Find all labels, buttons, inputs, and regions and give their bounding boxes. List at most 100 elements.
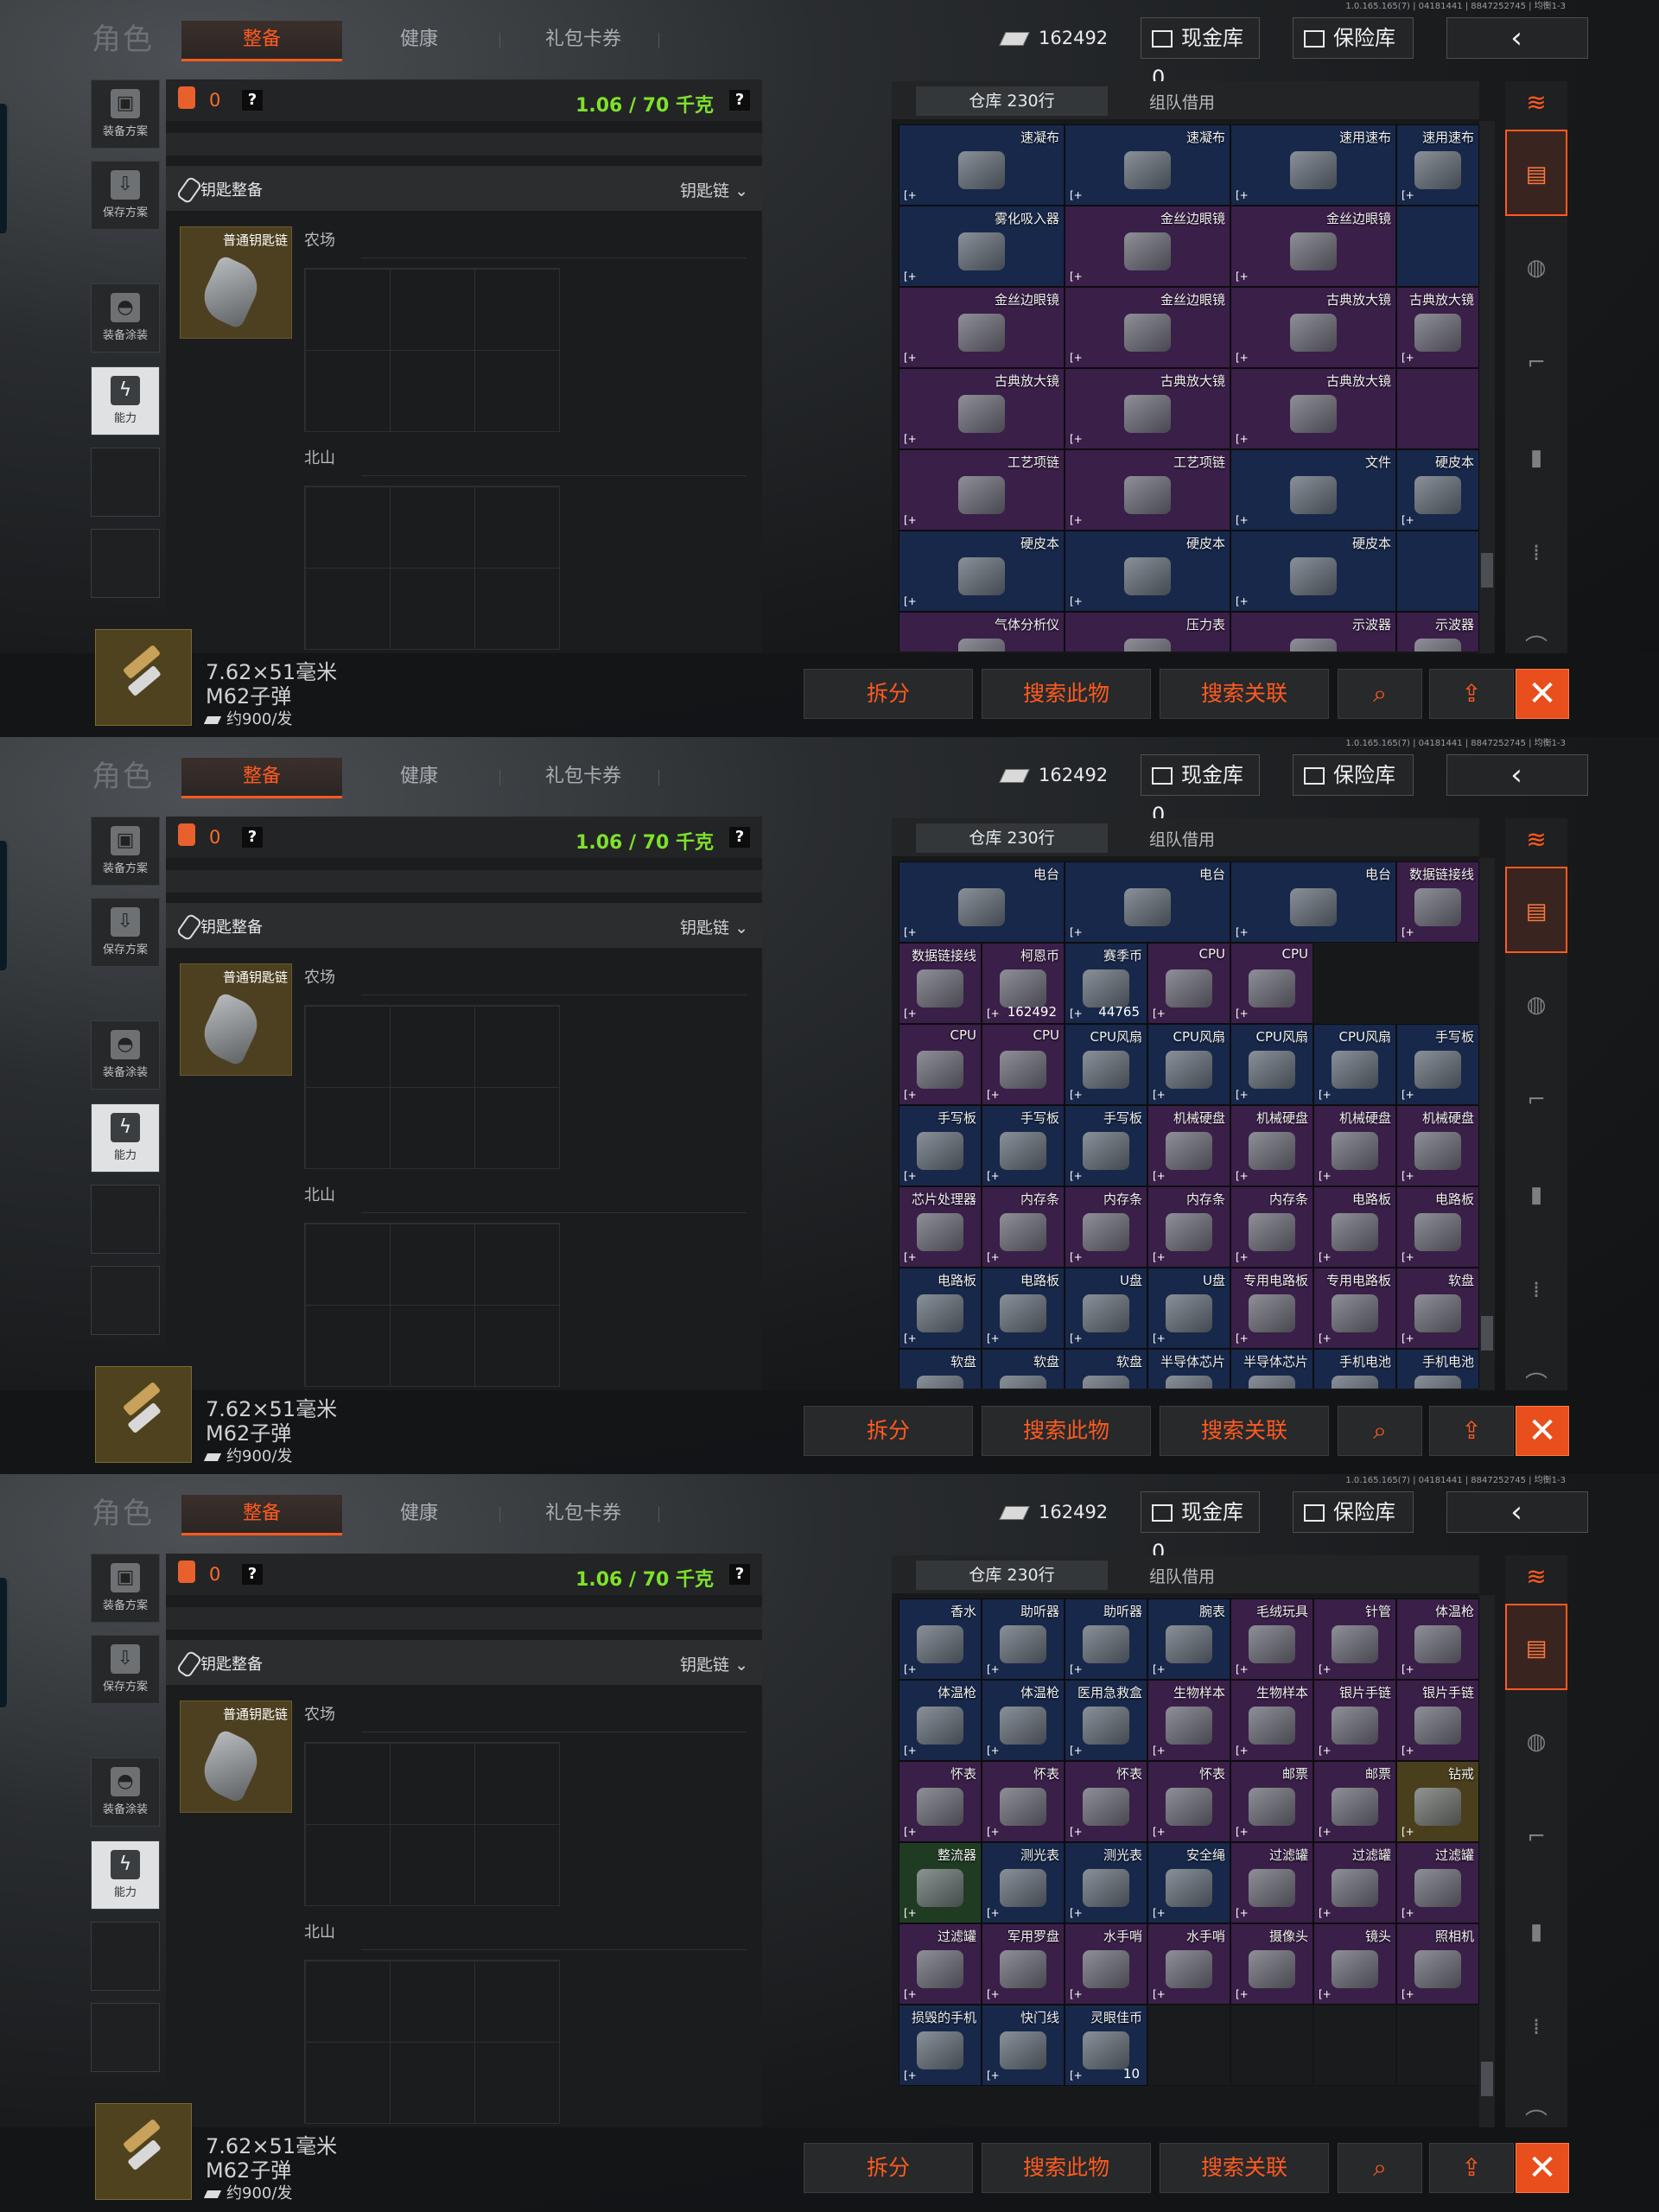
inventory-item[interactable]: 古典放大镜 [+ [1230,368,1396,449]
category-ammo-icon[interactable]: ⁞ [1505,510,1567,596]
inventory-item[interactable]: 机械硬盘 [+ [1147,1105,1230,1186]
search-related-button[interactable]: 搜索关联 [1160,669,1329,719]
category-gear-icon[interactable]: ◍ [1505,225,1567,311]
key-slot-grid-north-mountain[interactable] [304,486,560,650]
inventory-item[interactable]: 电台 [+ [1230,861,1396,943]
tab-team-borrow[interactable]: 组队借用 [1149,827,1215,850]
inventory-item[interactable]: 柯恩币 [+ 162492 [982,943,1065,1024]
weight-help-icon[interactable]: ? [729,827,750,848]
inventory-item[interactable]: 医用急救盒 [+ [1065,1680,1147,1761]
rail-save-plan[interactable]: ⇩ 保存方案 [91,161,160,230]
share-icon[interactable]: ⇪ [1429,1406,1514,1456]
category-magazine-icon[interactable]: ▮ [1505,415,1567,501]
inventory-item[interactable]: 体温枪 [+ [982,1680,1065,1761]
split-button[interactable]: 拆分 [804,1406,973,1456]
scrollbar-thumb[interactable] [1481,1316,1493,1351]
inventory-item[interactable]: 助听器 [+ [982,1599,1065,1680]
inventory-item[interactable]: 手写板 [+ [1396,1024,1479,1105]
tab-gift-cards[interactable]: 礼包卡券 [518,758,648,796]
inventory-item[interactable]: CPU [+ [1147,943,1230,1024]
cash-vault-button[interactable]: 现金库 0 [1141,754,1260,827]
inventory-item[interactable]: 针管 [+ [1313,1599,1396,1680]
weight-help-icon[interactable]: ? [729,1564,750,1585]
inventory-item[interactable]: 芯片处理器 [+ [899,1186,982,1268]
inventory-item[interactable]: 测光表 [+ [1065,1842,1147,1923]
inventory-item[interactable]: 助听器 [+ [1065,1599,1147,1680]
key-slot-grid-farm[interactable] [304,1005,560,1169]
key-slot-grid-farm[interactable] [304,268,560,432]
help-icon[interactable]: ? [242,90,263,111]
inventory-item[interactable]: 过滤罐 [+ [899,1923,982,2005]
scrollbar-thumb[interactable] [1481,553,1493,588]
weight-help-icon[interactable]: ? [729,90,750,111]
split-button[interactable]: 拆分 [804,669,973,719]
inventory-item[interactable]: 机械硬盘 [+ [1396,1105,1479,1186]
inventory-item[interactable]: 测光表 [+ [982,1842,1065,1923]
inventory-item[interactable]: 水手哨 [+ [1065,1923,1147,2005]
inventory-item[interactable]: 体温枪 [+ [1396,1599,1479,1680]
inventory-item[interactable]: 古典放大镜 [+ [1396,287,1479,368]
cash-vault-button[interactable]: 现金库 0 [1141,17,1260,90]
magnify-icon[interactable]: ⌕ [1338,1406,1422,1456]
inventory-item[interactable]: 内存条 [+ [1065,1186,1147,1268]
inventory-item[interactable]: 军用罗盘 [+ [982,1923,1065,2005]
inventory-item[interactable]: 香水 [+ [899,1599,982,1680]
inventory-item[interactable]: 手写板 [+ [899,1105,982,1186]
rail-gear-skin[interactable]: ◓ 装备涂装 [91,1020,160,1090]
inventory-item[interactable]: 手机电池[+ [1313,1349,1396,1389]
ammo-item[interactable] [95,629,192,726]
inventory-item[interactable]: CPU [+ [982,1024,1065,1105]
inventory-scrollbar[interactable] [1479,858,1495,1394]
inventory-item[interactable]: 金丝边眼镜 [+ [1065,206,1230,287]
search-related-button[interactable]: 搜索关联 [1160,1406,1329,1456]
back-button[interactable]: ‹ [1446,754,1588,796]
rail-gear-skin[interactable]: ◓ 装备涂装 [91,1758,160,1827]
inventory-item[interactable]: CPU [+ [899,1024,982,1105]
magnify-icon[interactable]: ⌕ [1338,2143,1422,2193]
keychain-item[interactable]: 普通钥匙链 [180,1700,292,1813]
category-all-icon[interactable]: ▤ [1505,130,1567,216]
inventory-item[interactable]: 怀表 [+ [899,1761,982,1842]
inventory-item[interactable]: 电路板 [+ [1396,1186,1479,1268]
tab-gift-cards[interactable]: 礼包卡券 [518,21,648,59]
inventory-item[interactable]: CPU风扇 [+ [1313,1024,1396,1105]
side-drawer-tab[interactable] [0,841,9,970]
inventory-item[interactable]: 电台 [+ [1065,861,1230,943]
category-gear-icon[interactable]: ◍ [1505,962,1567,1048]
cash-vault-button[interactable]: 现金库 0 [1141,1491,1260,1564]
tab-warehouse[interactable]: 仓库 230行 [916,823,1108,853]
rail-save-plan[interactable]: ⇩ 保存方案 [91,1635,160,1704]
inventory-item[interactable]: 钻戒 [+ [1396,1761,1479,1842]
inventory-item[interactable]: 半导体芯片[+ [1147,1349,1230,1389]
inventory-item[interactable]: 怀表 [+ [982,1761,1065,1842]
keychain-item[interactable]: 普通钥匙链 [180,226,292,339]
inventory-item[interactable]: CPU风扇 [+ [1065,1024,1147,1105]
inventory-item[interactable]: 速用速布 [+ [1230,124,1396,206]
inventory-item[interactable]: CPU风扇 [+ [1147,1024,1230,1105]
inventory-item[interactable]: 镜头 [+ [1313,1923,1396,2005]
ammo-item[interactable] [95,1366,192,1463]
category-ammo-icon[interactable]: ⁞ [1505,1984,1567,2070]
inventory-item[interactable]: 邮票 [+ [1230,1761,1313,1842]
inventory-item[interactable]: 软盘[+ [982,1349,1065,1389]
inventory-item[interactable]: 水手哨 [+ [1147,1923,1230,2005]
inventory-item[interactable]: 手写板 [+ [982,1105,1065,1186]
inventory-item[interactable]: U盘 [+ [1147,1268,1230,1349]
inventory-item[interactable]: 内存条 [+ [1147,1186,1230,1268]
rail-ability[interactable]: ϟ 能力 [91,1840,160,1910]
inventory-item[interactable]: 古典放大镜 [+ [1065,368,1230,449]
inventory-item[interactable]: 赛季币 [+ 44765 [1065,943,1147,1024]
category-rifle-icon[interactable]: ⌐ [1505,1057,1567,1143]
inventory-item[interactable]: 古典放大镜 [+ [899,368,1065,449]
category-rifle-icon[interactable]: ⌐ [1505,320,1567,406]
close-icon[interactable]: ✕ [1516,669,1569,719]
inventory-item[interactable]: 专用电路板 [+ [1230,1268,1313,1349]
safe-vault-button[interactable]: 保险库 [1293,754,1414,796]
inventory-item[interactable]: 灵眼佳币 [+ 10 [1065,2005,1147,2086]
rail-gear-skin[interactable]: ◓ 装备涂装 [91,283,160,353]
inventory-item[interactable]: 银片手链 [+ [1313,1680,1396,1761]
safe-vault-button[interactable]: 保险库 [1293,1491,1414,1533]
inventory-item[interactable]: 工艺项链 [+ [899,449,1065,531]
category-all-icon[interactable]: ▤ [1505,1604,1567,1690]
inventory-item[interactable]: CPU [+ [1230,943,1313,1024]
